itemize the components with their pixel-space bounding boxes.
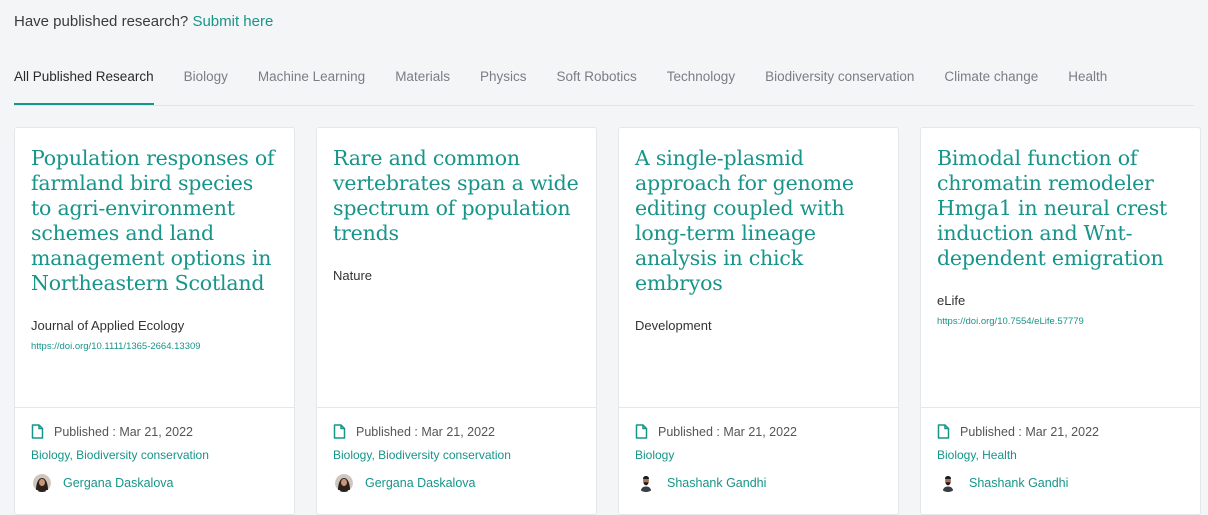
tab-physics[interactable]: Physics: [480, 60, 527, 104]
published-text: Published : Mar 21, 2022: [658, 424, 797, 439]
tab-soft-robotics[interactable]: Soft Robotics: [556, 60, 636, 104]
submit-here-link[interactable]: Submit here: [192, 13, 273, 30]
journal-name: eLife: [937, 293, 966, 308]
female-avatar-icon: [33, 474, 51, 492]
tab-biology[interactable]: Biology: [184, 60, 228, 104]
published-text: Published : Mar 21, 2022: [356, 424, 495, 439]
research-card[interactable]: Rare and common vertebrates span a wide …: [316, 127, 597, 515]
author-name: Gergana Daskalova: [63, 476, 174, 490]
card-body: A single-plasmid approach for genome edi…: [619, 128, 898, 407]
journal-name: Development: [635, 318, 712, 333]
female-avatar-icon: [335, 474, 353, 492]
published-date: Published : Mar 21, 2022: [635, 424, 882, 439]
submit-prompt-text: Have published research?: [14, 13, 189, 30]
card-author[interactable]: Shashank Gandhi: [937, 474, 1184, 492]
document-icon: [333, 424, 346, 439]
card-author[interactable]: Shashank Gandhi: [635, 474, 882, 492]
author-name: Shashank Gandhi: [969, 476, 1069, 490]
card-author[interactable]: Gergana Daskalova: [31, 474, 278, 492]
card-title[interactable]: Population responses of farmland bird sp…: [31, 146, 278, 296]
category-tabs: All Published Research Biology Machine L…: [14, 60, 1194, 106]
male-avatar-icon: [637, 474, 655, 492]
tab-materials[interactable]: Materials: [395, 60, 450, 104]
published-text: Published : Mar 21, 2022: [54, 424, 193, 439]
document-icon: [635, 424, 648, 439]
doi-link[interactable]: https://doi.org/10.7554/eLife.57779: [937, 316, 1184, 327]
card-footer: Published : Mar 21, 2022 Biology, Biodiv…: [317, 407, 596, 514]
published-date: Published : Mar 21, 2022: [31, 424, 278, 439]
research-card[interactable]: Bimodal function of chromatin remodeler …: [920, 127, 1201, 515]
card-footer: Published : Mar 21, 2022 Biology, Health…: [921, 407, 1200, 514]
card-title[interactable]: Rare and common vertebrates span a wide …: [333, 146, 580, 246]
card-categories[interactable]: Biology, Health: [937, 448, 1184, 462]
tab-technology[interactable]: Technology: [667, 60, 735, 104]
card-title[interactable]: Bimodal function of chromatin remodeler …: [937, 146, 1184, 271]
journal-name: Nature: [333, 268, 373, 283]
author-name: Shashank Gandhi: [667, 476, 767, 490]
card-author[interactable]: Gergana Daskalova: [333, 474, 580, 492]
card-body: Population responses of farmland bird sp…: [15, 128, 294, 407]
research-card[interactable]: Population responses of farmland bird sp…: [14, 127, 295, 515]
card-title[interactable]: A single-plasmid approach for genome edi…: [635, 146, 882, 296]
male-avatar-icon: [939, 474, 957, 492]
card-footer: Published : Mar 21, 2022 Biology, Biodiv…: [15, 407, 294, 514]
research-card[interactable]: A single-plasmid approach for genome edi…: [618, 127, 899, 515]
published-date: Published : Mar 21, 2022: [937, 424, 1184, 439]
card-footer: Published : Mar 21, 2022 Biology Shashan…: [619, 407, 898, 514]
document-icon: [937, 424, 950, 439]
published-text: Published : Mar 21, 2022: [960, 424, 1099, 439]
card-body: Rare and common vertebrates span a wide …: [317, 128, 596, 407]
tab-climate-change[interactable]: Climate change: [944, 60, 1038, 104]
published-date: Published : Mar 21, 2022: [333, 424, 580, 439]
submit-prompt: Have published research? Submit here: [14, 13, 273, 30]
tab-health[interactable]: Health: [1068, 60, 1107, 104]
document-icon: [31, 424, 44, 439]
card-body: Bimodal function of chromatin remodeler …: [921, 128, 1200, 407]
tab-machine-learning[interactable]: Machine Learning: [258, 60, 365, 104]
card-categories[interactable]: Biology: [635, 448, 882, 462]
doi-link[interactable]: https://doi.org/10.1111/1365-2664.13309: [31, 341, 278, 352]
card-categories[interactable]: Biology, Biodiversity conservation: [333, 448, 580, 462]
card-categories[interactable]: Biology, Biodiversity conservation: [31, 448, 278, 462]
journal-name: Journal of Applied Ecology: [31, 318, 185, 333]
tab-biodiversity-conservation[interactable]: Biodiversity conservation: [765, 60, 914, 104]
author-name: Gergana Daskalova: [365, 476, 476, 490]
tab-all-published-research[interactable]: All Published Research: [14, 60, 154, 105]
